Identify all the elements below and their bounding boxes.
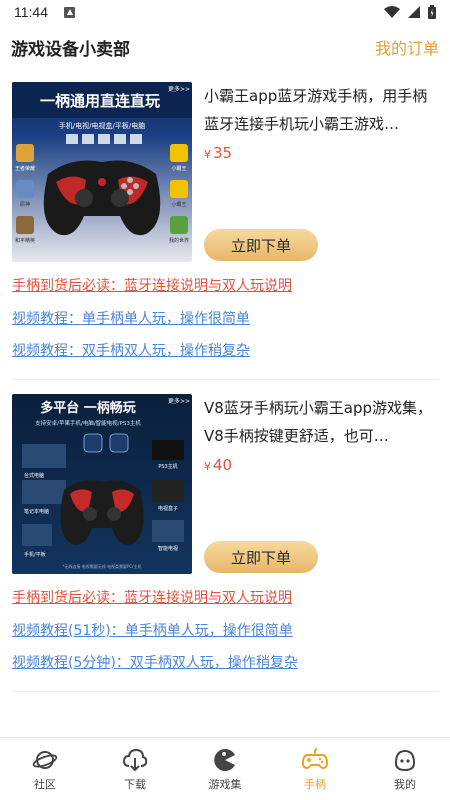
thumb-tag: 笔记本电脑 (24, 508, 49, 515)
cloud-download-icon (122, 748, 148, 771)
planet-icon (32, 750, 58, 769)
tab-label: 下载 (124, 777, 146, 791)
tab-label: 社区 (34, 777, 56, 791)
cell-signal-icon (408, 6, 420, 18)
wifi-icon (384, 6, 400, 18)
video-tutorial-link[interactable]: 视频教程：单手柄单人玩，操作很简单 (12, 308, 250, 328)
guide-link[interactable]: 手柄到货后必读：蓝牙连接说明与双人玩说明 (12, 275, 292, 295)
buy-now-button[interactable]: 立即下单 (204, 229, 318, 261)
thumb-tag: 和平精英 (15, 237, 35, 244)
tab-profile[interactable]: 我的 (360, 738, 450, 800)
guide-link[interactable]: 手柄到货后必读：蓝牙连接说明与双人玩说明 (12, 587, 292, 607)
product-name[interactable]: V8蓝牙手柄玩小霸王app游戏集，V8手柄按键更舒适，也可… (204, 394, 434, 450)
thumb-banner: 多平台 一柄畅玩 (40, 400, 136, 416)
thumb-tag: 小霸王 (171, 165, 186, 172)
tab-gamepad[interactable]: 手柄 (270, 738, 360, 800)
tab-label: 手柄 (304, 777, 326, 791)
product-image[interactable]: 一柄通用直连直玩 更多>> 手机/电视/电视盒/平板/电脑 王者荣耀 原神 和平… (12, 82, 192, 262)
thumb-banner: 一柄通用直连直玩 (40, 92, 160, 110)
bottom-tab-bar: 社区 下载 游戏集 手柄 我的 (0, 737, 450, 800)
product-price: ¥35 (204, 144, 232, 162)
thumb-tag: 原神 (20, 201, 30, 208)
divider (12, 379, 438, 380)
currency-symbol: ¥ (204, 148, 211, 161)
thumb-tag: 我的世界 (169, 237, 189, 244)
video-tutorial-link[interactable]: 视频教程(51秒)：单手柄单人玩，操作很简单 (12, 620, 293, 640)
thumb-more: 更多>> (168, 397, 190, 405)
tab-download[interactable]: 下载 (90, 738, 180, 800)
battery-icon (428, 5, 436, 19)
video-tutorial-link[interactable]: 视频教程(5分钟)：双手柄双人玩，操作稍复杂 (12, 652, 298, 672)
status-icons (384, 5, 436, 19)
product-name[interactable]: 小霸王app蓝牙游戏手柄，用手柄蓝牙连接手机玩小霸王游戏… (204, 82, 434, 138)
thumb-tag: PS3主机 (158, 463, 177, 470)
notification-icon (64, 6, 75, 18)
product-card: 多平台 一柄畅玩 更多>> 支持安卓/苹果手机/电脑/智能电视/PS3主机 台式… (12, 394, 438, 694)
thumb-subtitle: 支持安卓/苹果手机/电脑/智能电视/PS3主机 (35, 419, 141, 427)
product-image-art: 多平台 一柄畅玩 更多>> 支持安卓/苹果手机/电脑/智能电视/PS3主机 台式… (12, 394, 192, 574)
thumb-tag: 手机/平板 (24, 551, 46, 558)
tab-game-collection[interactable]: 游戏集 (180, 738, 270, 800)
thumb-tag: 王者荣耀 (15, 165, 35, 172)
page-title: 游戏设备小卖部 (11, 39, 130, 60)
buy-now-button[interactable]: 立即下单 (204, 541, 318, 573)
thumb-subtitle: 手机/电视/电视盒/平板/电脑 (59, 121, 145, 130)
product-card: 一柄通用直连直玩 更多>> 手机/电视/电视盒/平板/电脑 王者荣耀 原神 和平… (12, 82, 438, 382)
pacman-icon (214, 748, 235, 771)
product-price: ¥40 (204, 456, 232, 474)
app-header: 游戏设备小卖部 我的订单 (0, 24, 450, 70)
thumb-footnote: *无线连接 电视需要无线 电视类需要PC/主机 (62, 563, 141, 569)
thumb-tag: 智能电视 (158, 545, 178, 552)
divider (12, 691, 438, 692)
product-image-art: 一柄通用直连直玩 更多>> 手机/电视/电视盒/平板/电脑 王者荣耀 原神 和平… (12, 82, 192, 262)
status-time: 11:44 (14, 4, 48, 20)
tab-label: 我的 (394, 777, 416, 791)
currency-symbol: ¥ (204, 460, 211, 473)
thumb-tag: 电视盒子 (158, 505, 178, 512)
profile-face-icon (394, 749, 416, 771)
tab-label: 游戏集 (208, 777, 242, 791)
price-value: 35 (213, 144, 233, 162)
my-orders-link[interactable]: 我的订单 (375, 35, 439, 59)
tab-community[interactable]: 社区 (0, 738, 90, 800)
status-bar: 11:44 (0, 0, 450, 24)
thumb-tag: 台式电脑 (24, 472, 44, 479)
product-image[interactable]: 多平台 一柄畅玩 更多>> 支持安卓/苹果手机/电脑/智能电视/PS3主机 台式… (12, 394, 192, 574)
video-tutorial-link[interactable]: 视频教程：双手柄双人玩，操作稍复杂 (12, 340, 250, 360)
thumb-tag: 小霸王 (171, 201, 186, 208)
thumb-more: 更多>> (168, 85, 190, 93)
gamepad-icon (302, 747, 328, 769)
price-value: 40 (213, 456, 233, 474)
